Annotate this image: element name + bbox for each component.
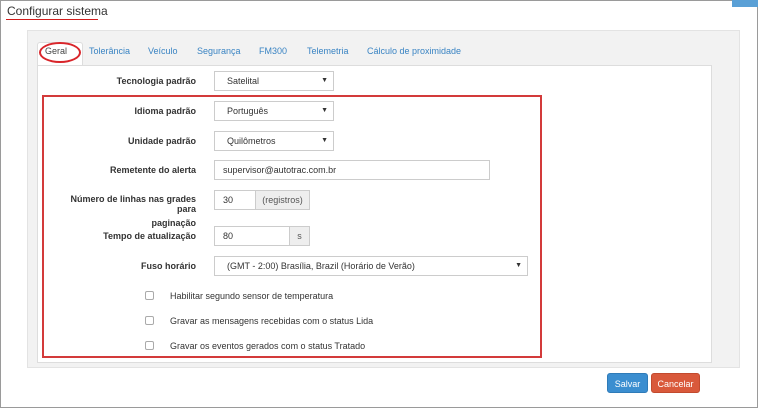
chevron-down-icon: ▼ [515,262,522,269]
checkbox-mensagens-lida-label: Gravar as mensagens recebidas com o stat… [170,316,374,326]
unidade-select[interactable]: Quilômetros ▼ [214,131,334,151]
fuso-label: Fuso horário [140,261,196,271]
chevron-down-icon: ▼ [321,107,328,114]
fuso-value: (GMT - 2:00) Brasília, Brazil (Horário d… [227,261,415,271]
save-button[interactable]: Salvar [607,373,648,393]
title-underline [6,19,98,20]
help-button[interactable] [732,0,758,7]
checkbox-eventos-tratado-label: Gravar os eventos gerados com o status T… [170,341,366,351]
tab-seguranca[interactable]: Segurança [197,46,241,56]
linhas-input[interactable]: 30 [214,190,256,210]
tab-telemetria[interactable]: Telemetria [307,46,349,56]
tecnologia-select[interactable]: Satelital ▼ [214,71,334,91]
cancel-button[interactable]: Cancelar [651,373,700,393]
remetente-input[interactable]: supervisor@autotrac.com.br [214,160,490,180]
tab-tolerancia[interactable]: Tolerância [89,46,130,56]
checkbox-mensagens-lida[interactable] [145,316,154,325]
idioma-select[interactable]: Português ▼ [214,101,334,121]
tab-calculo-proximidade[interactable]: Cálculo de proximidade [367,46,461,56]
chevron-down-icon: ▼ [321,77,328,84]
tab-veiculo[interactable]: Veículo [148,46,178,56]
page-title: Configurar sistema [7,4,108,18]
idioma-value: Português [227,106,269,116]
unidade-value: Quilômetros [227,136,276,146]
fuso-select[interactable]: (GMT - 2:00) Brasília, Brazil (Horário d… [214,256,528,276]
linhas-label: Número de linhas nas grades para paginaç… [50,194,196,228]
checkbox-segundo-sensor[interactable] [145,291,154,300]
idioma-label: Idioma padrão [134,106,196,116]
tab-geral[interactable]: Geral [45,46,67,56]
linhas-label-line2: paginação [151,218,196,228]
unidade-label: Unidade padrão [127,136,196,146]
chevron-down-icon: ▼ [321,137,328,144]
tecnologia-label: Tecnologia padrão [116,76,196,86]
linhas-addon: (registros) [255,190,310,210]
tab-fm300[interactable]: FM300 [259,46,287,56]
linhas-label-line1: Número de linhas nas grades para [70,194,196,214]
remetente-label: Remetente do alerta [109,165,196,175]
checkbox-eventos-tratado[interactable] [145,341,154,350]
tecnologia-value: Satelital [227,76,260,86]
atualizacao-addon: s [289,226,310,246]
atualizacao-input[interactable]: 80 [214,226,290,246]
tab-bar: Geral Tolerância Veículo Segurança FM300… [37,42,712,66]
checkbox-segundo-sensor-label: Habilitar segundo sensor de temperatura [170,291,334,301]
atualizacao-label: Tempo de atualização [103,231,196,241]
